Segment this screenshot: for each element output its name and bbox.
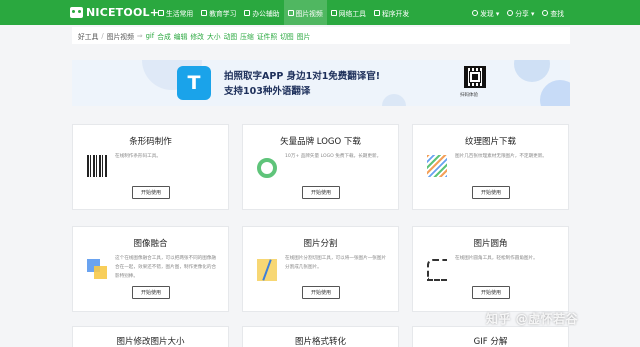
breadcrumb-separator: /: [101, 31, 104, 40]
banner-subline: 支持103种外语翻译: [224, 86, 311, 97]
card-title: 图片格式转化: [294, 337, 346, 347]
nav-item-office[interactable]: 办公辅助: [240, 0, 283, 25]
nav-item-image-video[interactable]: 图片视频: [283, 0, 327, 25]
merge-icon: [87, 259, 107, 281]
start-button[interactable]: 开始使用: [472, 186, 510, 199]
texture-icon: [427, 155, 447, 177]
decor-circle: [540, 80, 570, 106]
keyword-link[interactable]: 压缩: [240, 31, 254, 41]
logo-icon: [70, 7, 83, 18]
search-button[interactable]: 查找: [538, 0, 568, 25]
barcode-icon: [87, 155, 107, 177]
start-button[interactable]: 开始使用: [472, 286, 510, 299]
banner-text: 拍照取字APP 身边1对1免费翻译官! 支持103种外语翻译: [224, 69, 380, 99]
keyword-link[interactable]: 图片: [297, 31, 311, 41]
nav-label: 查找: [550, 9, 564, 18]
breadcrumb-home[interactable]: 好工具: [78, 31, 98, 41]
breadcrumb: 好工具 / 图片视频 ⇒ gif 合成 编辑 修改 大小 动图 压缩 证件照 切…: [72, 27, 570, 44]
main-nav: 生活常用 教育学习 办公辅助 图片视频 网络工具 程序开发: [154, 0, 413, 25]
tool-card-image-split[interactable]: 图片分割 在线图片分割切图工具，可以将一张图片一张图片分割成几张图片。 开始使用: [242, 226, 399, 312]
keyword-link[interactable]: 合成: [157, 31, 171, 41]
nav-item-dev[interactable]: 程序开发: [370, 0, 413, 25]
card-description: 在线图片圆角工具，轻松制作圆角图片。: [455, 256, 538, 261]
code-icon: [373, 9, 380, 16]
network-icon: [330, 9, 337, 16]
ad-banner[interactable]: T 拍照取字APP 身边1对1免费翻译官! 支持103种外语翻译 扫码体验: [72, 60, 570, 106]
breadcrumb-category[interactable]: 图片视频: [107, 31, 134, 41]
site-logo[interactable]: NICETOOL+: [70, 5, 159, 20]
split-icon: [257, 259, 277, 281]
right-nav: 发现 ▾ 分享 ▾ 查找: [468, 0, 568, 25]
home-icon: [158, 9, 164, 16]
image-icon: [287, 9, 294, 16]
nav-label: 发现 ▾: [480, 9, 500, 18]
compass-icon: [472, 9, 479, 16]
tool-card-format-convert[interactable]: 图片格式转化: [242, 326, 399, 347]
tool-card-resize[interactable]: 图片修改图片大小: [72, 326, 229, 347]
card-description: 10万+ 品牌矢量 LOGO 免费下载，长期更新。: [285, 154, 382, 159]
search-icon: [542, 9, 549, 16]
nav-label: 办公辅助: [252, 9, 280, 18]
nav-label: 图片视频: [295, 9, 323, 18]
nav-label: 分享 ▾: [515, 9, 535, 18]
card-title: 条形码制作: [129, 137, 172, 147]
card-description: 这个在线图像融合工具，可以把两张不同的图像融合在一起，效果还不错，图片图，制作更…: [115, 256, 217, 279]
qr-finder: [469, 71, 481, 83]
nav-label: 程序开发: [381, 9, 410, 18]
card-description: 图片几百张纹理素材无限图片，不定期更新。: [455, 154, 547, 159]
card-title: GIF 分解: [473, 337, 508, 347]
start-button[interactable]: 开始使用: [302, 286, 340, 299]
book-icon: [201, 9, 208, 16]
tool-card-barcode[interactable]: 条形码制作 在线制作条形码工具。 开始使用: [72, 124, 229, 210]
tool-card-logo-download[interactable]: 矢量品牌 LOGO 下载 10万+ 品牌矢量 LOGO 免费下载，长期更新。 开…: [242, 124, 399, 210]
decor-circle: [382, 94, 406, 106]
card-title: 图像融合: [133, 239, 168, 249]
tool-card-rounded-corner[interactable]: 图片圆角 在线图片圆角工具，轻松制作圆角图片。 开始使用: [412, 226, 569, 312]
nav-item-network[interactable]: 网络工具: [327, 0, 370, 25]
start-button[interactable]: 开始使用: [132, 286, 170, 299]
keyword-link[interactable]: 证件照: [257, 31, 277, 41]
card-title: 纹理图片下载: [464, 137, 516, 147]
decor-circle: [514, 60, 550, 82]
nav-label: 生活常用: [166, 9, 194, 18]
keyword-link[interactable]: 动图: [224, 31, 238, 41]
keyword-link[interactable]: 修改: [190, 31, 204, 41]
keyword-link[interactable]: 切图: [280, 31, 294, 41]
banner-headline: 拍照取字APP 身边1对1免费翻译官!: [224, 71, 381, 82]
logo-text: NICETOOL+: [86, 6, 160, 19]
ring-icon: [257, 158, 277, 178]
rounded-corner-icon: [427, 259, 447, 281]
card-title: 图片分割: [303, 239, 338, 249]
discover-menu[interactable]: 发现 ▾: [468, 0, 503, 25]
card-title: 图片修改图片大小: [116, 337, 185, 347]
keyword-link[interactable]: 大小: [207, 31, 221, 41]
card-description: 在线制作条形码工具。: [115, 154, 161, 159]
tool-card-texture-download[interactable]: 纹理图片下载 图片几百张纹理素材无限图片，不定期更新。 开始使用: [412, 124, 569, 210]
start-button[interactable]: 开始使用: [132, 186, 170, 199]
tool-card-image-merge[interactable]: 图像融合 这个在线图像融合工具，可以把两张不同的图像融合在一起，效果还不错，图片…: [72, 226, 229, 312]
watermark: 知乎 @虚怀若谷: [486, 312, 579, 326]
translate-app-icon: T: [177, 66, 211, 100]
keyword-link[interactable]: 编辑: [174, 31, 188, 41]
start-button[interactable]: 开始使用: [302, 186, 340, 199]
tool-card-gif-split[interactable]: GIF 分解: [412, 326, 569, 347]
nav-label: 教育学习: [209, 9, 237, 18]
nav-item-life[interactable]: 生活常用: [154, 0, 197, 25]
card-description: 在线图片分割切图工具，可以将一张图片一张图片分割成几张图片。: [285, 256, 387, 270]
qr-label: 扫码体验: [460, 93, 478, 98]
nav-label: 网络工具: [338, 9, 366, 18]
top-navbar: NICETOOL+ 生活常用 教育学习 办公辅助 图片视频 网络工具 程序开发 …: [0, 0, 640, 25]
card-title: 图片圆角: [473, 239, 508, 249]
breadcrumb-arrow: ⇒: [136, 31, 143, 40]
card-title: 矢量品牌 LOGO 下载: [280, 137, 361, 147]
share-icon: [507, 9, 514, 16]
share-menu[interactable]: 分享 ▾: [503, 0, 538, 25]
keyword-link[interactable]: gif: [146, 32, 155, 40]
nav-item-education[interactable]: 教育学习: [197, 0, 240, 25]
briefcase-icon: [244, 9, 251, 16]
